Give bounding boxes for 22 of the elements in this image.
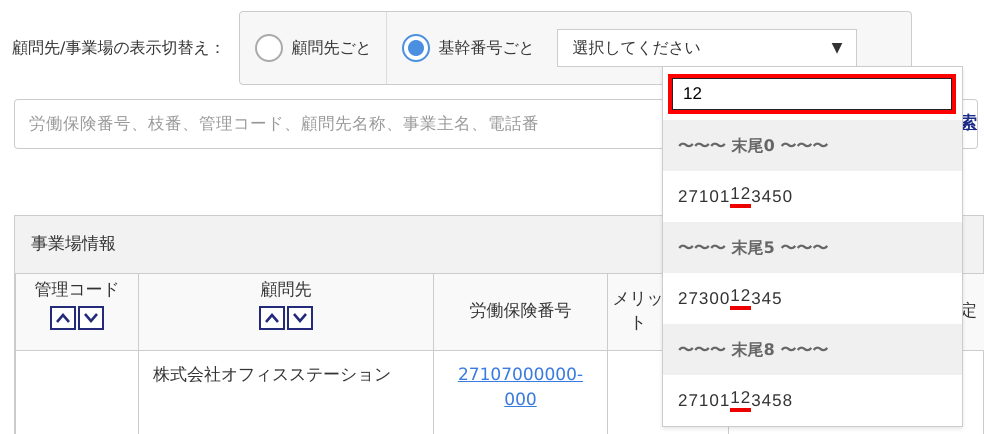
sort-ascending-button[interactable] [259, 306, 285, 330]
option-group-header: 〜〜〜 末尾8 〜〜〜 [663, 324, 962, 375]
option-group-header: 〜〜〜 末尾5 〜〜〜 [663, 222, 962, 273]
sort-descending-button[interactable] [78, 306, 104, 330]
select-value: 選択してください [572, 37, 700, 59]
column-header: 顧問先 [138, 274, 434, 350]
chevron-down-icon [292, 312, 308, 324]
filter-field[interactable]: 12 [668, 74, 956, 114]
chevron-up-icon [55, 312, 71, 324]
sort-descending-button[interactable] [287, 306, 313, 330]
chevron-down-icon [83, 312, 99, 324]
caret-icon: ▼ [832, 38, 842, 58]
option-group-header: 〜〜〜 末尾0 〜〜〜 [663, 120, 962, 171]
radio-option[interactable]: 顧問先ごと [240, 12, 386, 84]
number-select[interactable]: 選択してください ▼ [557, 29, 858, 67]
sort-ascending-button[interactable] [50, 306, 76, 330]
chevron-up-icon [264, 312, 280, 324]
radio-option[interactable]: 基幹番号ごと [386, 12, 550, 84]
column-header: 管理コード [16, 274, 138, 350]
dropdown-option[interactable]: 27101123458 [663, 375, 962, 426]
column-header: 労働保険番号 [434, 274, 608, 350]
switch-label: 顧問先/事業場の表示切替え： [12, 37, 226, 59]
